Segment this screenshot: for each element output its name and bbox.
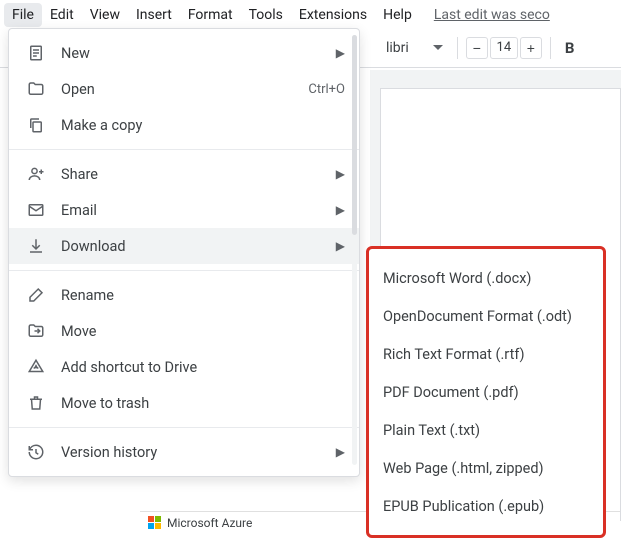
menu-divider xyxy=(9,270,359,271)
menu-item-version-history[interactable]: Version history ▶ xyxy=(9,434,359,470)
submenu-item-html[interactable]: Web Page (.html, zipped) xyxy=(369,449,603,487)
download-submenu: Microsoft Word (.docx) OpenDocument Form… xyxy=(366,246,606,538)
menu-item-email[interactable]: Email ▶ xyxy=(9,192,359,228)
menu-item-label: Download xyxy=(51,238,336,255)
menubar-item-format[interactable]: Format xyxy=(180,3,241,27)
submenu-item-txt[interactable]: Plain Text (.txt) xyxy=(369,411,603,449)
menu-item-label: Move to trash xyxy=(51,395,345,412)
menu-item-label: Version history xyxy=(51,444,336,461)
menubar-item-help[interactable]: Help xyxy=(375,3,420,27)
taskbar-item-azure[interactable]: Microsoft Azure xyxy=(167,516,252,530)
chevron-right-icon: ▶ xyxy=(336,239,345,253)
file-menu: New ▶ Open Ctrl+O Make a copy Share ▶ Em… xyxy=(8,28,360,477)
submenu-item-docx[interactable]: Microsoft Word (.docx) xyxy=(369,259,603,297)
menu-item-rename[interactable]: Rename xyxy=(9,277,359,313)
menu-item-label: Email xyxy=(51,202,336,219)
menu-item-add-shortcut[interactable]: Add shortcut to Drive xyxy=(9,349,359,385)
font-size-decrease-button[interactable]: − xyxy=(466,37,488,59)
menubar-item-extensions[interactable]: Extensions xyxy=(291,3,375,27)
microsoft-logo-icon xyxy=(148,516,161,529)
font-family-label: libri xyxy=(386,40,409,56)
menu-item-label: Rename xyxy=(51,287,345,304)
menu-item-label: Move xyxy=(51,323,345,340)
drive-shortcut-icon xyxy=(27,358,51,376)
menubar-item-view[interactable]: View xyxy=(82,3,128,27)
menu-item-download[interactable]: Download ▶ xyxy=(9,228,359,264)
chevron-right-icon: ▶ xyxy=(336,46,345,60)
submenu-item-pdf[interactable]: PDF Document (.pdf) xyxy=(369,373,603,411)
rename-icon xyxy=(27,286,51,304)
last-edit-link[interactable]: Last edit was seco xyxy=(434,7,550,23)
trash-icon xyxy=(27,394,51,412)
submenu-item-rtf[interactable]: Rich Text Format (.rtf) xyxy=(369,335,603,373)
menubar-item-insert[interactable]: Insert xyxy=(128,3,180,27)
font-size-increase-button[interactable]: + xyxy=(520,37,542,59)
menu-item-move-trash[interactable]: Move to trash xyxy=(9,385,359,421)
move-icon xyxy=(27,322,51,340)
email-icon xyxy=(27,201,51,219)
menu-scrollbar[interactable] xyxy=(352,35,357,465)
chevron-right-icon: ▶ xyxy=(336,167,345,181)
menu-item-shortcut: Ctrl+O xyxy=(308,82,345,97)
menu-item-share[interactable]: Share ▶ xyxy=(9,156,359,192)
menubar: File Edit View Insert Format Tools Exten… xyxy=(0,0,621,28)
bold-button[interactable]: B xyxy=(559,37,581,59)
download-icon xyxy=(27,237,51,255)
menu-item-label: Open xyxy=(51,81,308,98)
document-icon xyxy=(27,44,51,62)
font-size-value[interactable]: 14 xyxy=(490,37,518,59)
chevron-right-icon: ▶ xyxy=(336,203,345,217)
font-family-select[interactable]: libri xyxy=(380,36,449,60)
menu-item-move[interactable]: Move xyxy=(9,313,359,349)
menu-item-new[interactable]: New ▶ xyxy=(9,35,359,71)
toolbar-separator xyxy=(550,37,551,59)
menubar-item-edit[interactable]: Edit xyxy=(42,3,82,27)
menu-item-label: Add shortcut to Drive xyxy=(51,359,345,376)
menu-item-make-copy[interactable]: Make a copy xyxy=(9,107,359,143)
menu-item-open[interactable]: Open Ctrl+O xyxy=(9,71,359,107)
menu-divider xyxy=(9,149,359,150)
submenu-item-epub[interactable]: EPUB Publication (.epub) xyxy=(369,487,603,525)
person-add-icon xyxy=(27,165,51,183)
menu-item-label: New xyxy=(51,45,336,62)
menubar-item-file[interactable]: File xyxy=(4,3,42,27)
history-icon xyxy=(27,443,51,461)
submenu-item-odt[interactable]: OpenDocument Format (.odt) xyxy=(369,297,603,335)
toolbar-separator xyxy=(457,37,458,59)
menu-divider xyxy=(9,427,359,428)
copy-icon xyxy=(27,116,51,134)
folder-icon xyxy=(27,80,51,98)
chevron-right-icon: ▶ xyxy=(336,445,345,459)
font-size-stepper: − 14 + xyxy=(466,37,542,59)
menu-scrollbar-thumb[interactable] xyxy=(352,35,357,235)
menu-item-label: Make a copy xyxy=(51,117,345,134)
menu-item-label: Share xyxy=(51,166,336,183)
menubar-item-tools[interactable]: Tools xyxy=(241,3,291,27)
chevron-down-icon xyxy=(433,45,443,51)
